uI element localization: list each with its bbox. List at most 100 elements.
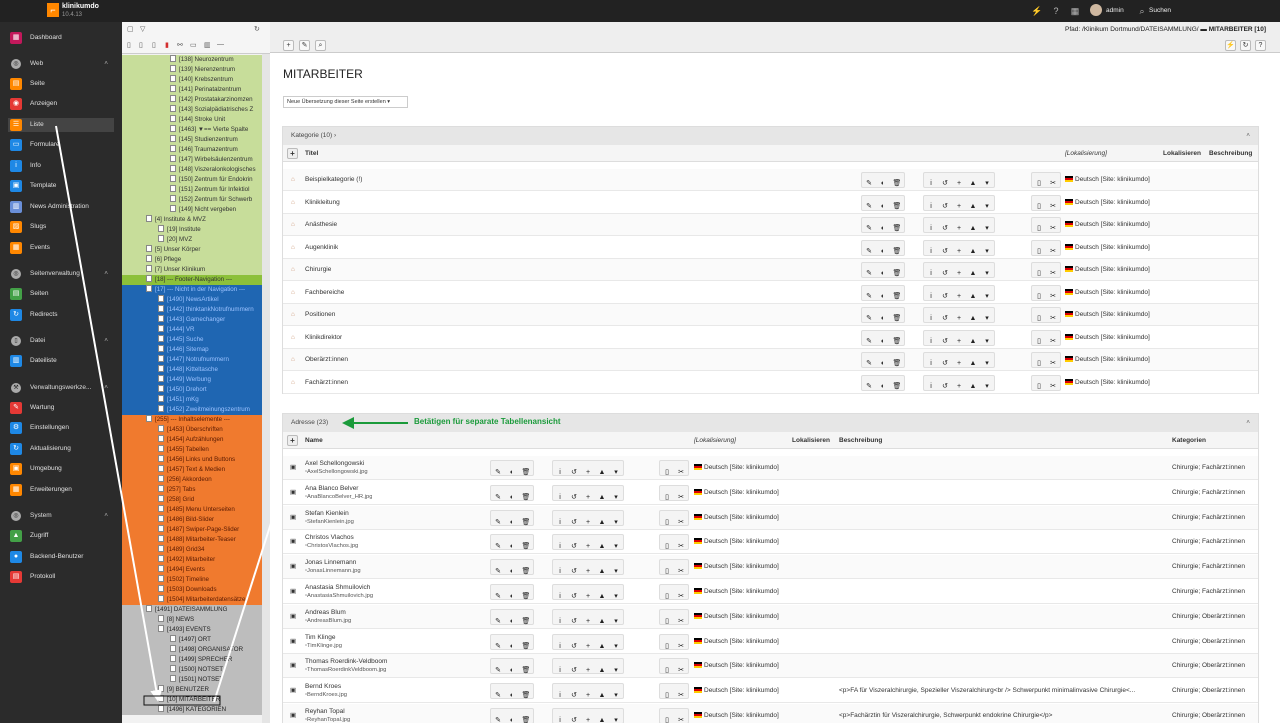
tree-item[interactable]: [140] Krebszentrum [122, 75, 262, 85]
tree-item[interactable]: [152] Zentrum für Schwerb [122, 195, 262, 205]
move-up-icon[interactable]: ▲ [595, 664, 609, 678]
edit-icon[interactable]: ✎ [862, 200, 876, 214]
add-icon[interactable]: + [952, 177, 966, 191]
new-page-icon[interactable]: ▢ [127, 25, 134, 33]
move-up-icon[interactable]: ▲ [966, 312, 980, 326]
add-icon[interactable]: + [581, 590, 595, 604]
move-up-icon[interactable]: ▲ [966, 335, 980, 349]
cut-icon[interactable]: ✂ [674, 516, 688, 530]
copy-icon[interactable]: ▯ [660, 590, 674, 604]
tree-item[interactable]: [1452] Zweitmeinungszentrum [122, 405, 262, 415]
table-row[interactable]: ▣ Axel Schellongowski ▫AxelSchellongowski.… [283, 456, 1258, 480]
move-down-icon[interactable]: ▾ [980, 222, 994, 236]
toggle-visibility-icon[interactable]: ◐ [876, 245, 890, 259]
copy-icon[interactable]: ▯ [660, 516, 674, 530]
history-icon[interactable]: ↺ [567, 615, 581, 629]
tree-item[interactable]: [1451] mKg [122, 395, 262, 405]
info-icon[interactable]: i [553, 689, 567, 703]
tree-item[interactable]: [148] Viszeralonkologisches [122, 165, 262, 175]
cut-icon[interactable]: ✂ [1046, 335, 1060, 349]
help-button[interactable]: ? [1255, 40, 1266, 51]
history-icon[interactable]: ↺ [938, 357, 952, 371]
move-up-icon[interactable]: ▲ [595, 689, 609, 703]
category-title[interactable]: Klinikdirektor [305, 327, 342, 349]
tree-item[interactable]: [1487] Swiper-Page-Slider [122, 525, 262, 535]
tree-item[interactable]: [1489] Grid34 [122, 545, 262, 555]
history-icon[interactable]: ↺ [938, 200, 952, 214]
new-record-button[interactable]: + [283, 40, 294, 51]
info-icon[interactable]: i [553, 491, 567, 505]
toggle-visibility-icon[interactable]: ◐ [876, 312, 890, 326]
move-up-icon[interactable]: ▲ [595, 516, 609, 530]
tree-item[interactable]: [1498] ORGANISATOR [122, 645, 262, 655]
cut-icon[interactable]: ✂ [1046, 290, 1060, 304]
tree-item[interactable]: [1449] Werbung [122, 375, 262, 385]
tree-item[interactable]: [256] Akkordeon [122, 475, 262, 485]
folder-icon[interactable]: ▭ [190, 41, 197, 49]
cut-icon[interactable]: ✂ [674, 590, 688, 604]
toggle-visibility-icon[interactable]: ◐ [505, 466, 519, 480]
history-icon[interactable]: ↺ [567, 466, 581, 480]
tree-item[interactable]: [1503] Downloads [122, 585, 262, 595]
edit-icon[interactable]: ✎ [862, 380, 876, 394]
collapse-icon[interactable]: ˄ [1246, 414, 1250, 432]
info-icon[interactable]: i [553, 565, 567, 579]
move-up-icon[interactable]: ▲ [595, 640, 609, 654]
copy-icon[interactable]: ▯ [660, 664, 674, 678]
menu-backend-benutzer[interactable]: ● Backend-Benutzer [8, 550, 114, 564]
tree-item[interactable]: [1501] NOTSET [122, 675, 262, 685]
menu-group-web[interactable]: ◎ Web ˄ [8, 58, 114, 70]
info-icon[interactable]: i [553, 640, 567, 654]
toggle-visibility-icon[interactable]: ◐ [876, 200, 890, 214]
copy-icon[interactable]: ▯ [660, 615, 674, 629]
category-title[interactable]: Anästhesie [305, 214, 337, 236]
delete-icon[interactable]: 🗑 [890, 312, 904, 326]
info-icon[interactable]: i [553, 466, 567, 480]
trash-icon[interactable]: ▥ [204, 41, 211, 49]
delete-icon[interactable]: 🗑 [890, 267, 904, 281]
delete-icon[interactable]: 🗑 [519, 714, 533, 723]
table-row[interactable]: ⌂ Positionen ✎ ◐ 🗑 i ↺ + ▲ ▾ ▯ ✂ Deutsch [Site: klin… [283, 304, 1258, 326]
edit-icon[interactable]: ✎ [491, 491, 505, 505]
info-icon[interactable]: i [924, 245, 938, 259]
delete-icon[interactable]: 🗑 [519, 565, 533, 579]
table-row[interactable]: ▣ Reyhan Topal ▫ReyhanTopal.jpg ✎ ◐ 🗑 i ↺ + ▲ ▾ ▯ ✂ D… [283, 704, 1258, 723]
delete-icon[interactable]: 🗑 [519, 590, 533, 604]
help-icon[interactable]: ? [1050, 5, 1062, 17]
delete-icon[interactable]: 🗑 [890, 177, 904, 191]
history-icon[interactable]: ↺ [567, 640, 581, 654]
info-icon[interactable]: i [553, 590, 567, 604]
history-icon[interactable]: ↺ [567, 491, 581, 505]
tree-item[interactable]: [1490] NewsArtikel [122, 295, 262, 305]
table-row[interactable]: ▣ Thomas Roerdink-Veldboom ▫ThomasRoerdink… [283, 654, 1258, 679]
toggle-visibility-icon[interactable]: ◐ [876, 335, 890, 349]
edit-page-button[interactable]: ✎ [299, 40, 310, 51]
tree-item[interactable]: [1450] Drehort [122, 385, 262, 395]
table-row[interactable]: ⌂ Klinikleitung ✎ ◐ 🗑 i ↺ + ▲ ▾ ▯ ✂ Deutsch [Site: k… [283, 192, 1258, 214]
delete-icon[interactable]: 🗑 [519, 689, 533, 703]
copy-icon[interactable]: ▯ [1032, 357, 1046, 371]
tree-item[interactable]: [19] Institute [122, 225, 262, 235]
page-type-icon[interactable]: ▯ [152, 41, 156, 49]
add-icon[interactable]: + [581, 689, 595, 703]
tree-item[interactable]: [20] MVZ [122, 235, 262, 245]
search-label[interactable]: Suchen [1149, 7, 1171, 14]
history-icon[interactable]: ↺ [938, 267, 952, 281]
move-up-icon[interactable]: ▲ [966, 290, 980, 304]
toggle-visibility-icon[interactable]: ◐ [505, 714, 519, 723]
category-title[interactable]: Beispielkategorie (!) [305, 169, 362, 191]
copy-icon[interactable]: ▯ [660, 640, 674, 654]
toggle-visibility-icon[interactable]: ◐ [505, 689, 519, 703]
add-icon[interactable]: + [952, 245, 966, 259]
move-down-icon[interactable]: ▾ [980, 290, 994, 304]
info-icon[interactable]: i [553, 664, 567, 678]
add-icon[interactable]: + [581, 615, 595, 629]
toggle-visibility-icon[interactable]: ◐ [876, 380, 890, 394]
cut-icon[interactable]: ✂ [674, 714, 688, 723]
history-icon[interactable]: ↺ [938, 245, 952, 259]
tree-item[interactable]: [1504] Mitarbeiterdatensätze [122, 595, 262, 605]
menu-erweiterungen[interactable]: ▦ Erweiterungen [8, 483, 114, 497]
tree-item[interactable]: [5] Unser Körper [122, 245, 262, 255]
toggle-visibility-icon[interactable]: ◐ [876, 357, 890, 371]
move-up-icon[interactable]: ▲ [595, 565, 609, 579]
